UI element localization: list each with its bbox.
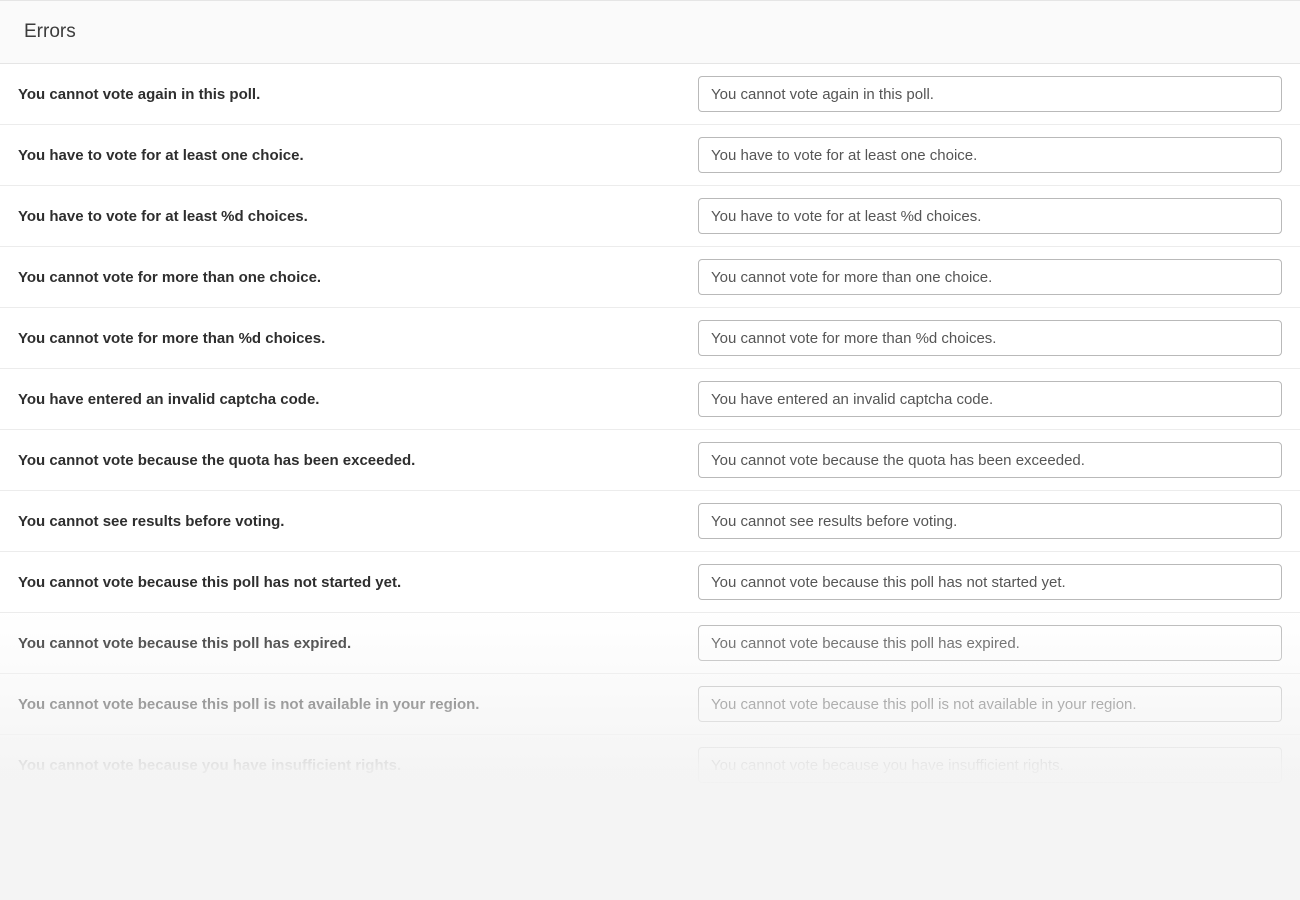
error-row: You have to vote for at least %d choices… <box>0 186 1300 247</box>
error-label: You cannot vote because this poll has no… <box>18 574 698 591</box>
error-rows-container: You cannot vote again in this poll. You … <box>0 64 1300 796</box>
section-header: Errors <box>0 0 1300 64</box>
error-label: You have to vote for at least one choice… <box>18 147 698 164</box>
error-row: You cannot vote because this poll has no… <box>0 552 1300 613</box>
error-row: You cannot vote for more than %d choices… <box>0 308 1300 369</box>
error-label: You have to vote for at least %d choices… <box>18 208 698 225</box>
error-row: You cannot vote for more than one choice… <box>0 247 1300 308</box>
error-label: You cannot vote because you have insuffi… <box>18 757 698 774</box>
error-input[interactable] <box>698 503 1282 539</box>
error-label: You cannot see results before voting. <box>18 513 698 530</box>
error-input[interactable] <box>698 442 1282 478</box>
error-label: You have entered an invalid captcha code… <box>18 391 698 408</box>
error-input[interactable] <box>698 198 1282 234</box>
error-label: You cannot vote for more than %d choices… <box>18 330 698 347</box>
error-input[interactable] <box>698 564 1282 600</box>
error-input[interactable] <box>698 137 1282 173</box>
error-input[interactable] <box>698 686 1282 722</box>
error-label: You cannot vote because this poll is not… <box>18 696 698 713</box>
error-input[interactable] <box>698 747 1282 783</box>
error-row: You cannot vote because this poll is not… <box>0 674 1300 735</box>
error-row: You have to vote for at least one choice… <box>0 125 1300 186</box>
error-input[interactable] <box>698 76 1282 112</box>
error-input[interactable] <box>698 381 1282 417</box>
error-row: You cannot vote again in this poll. <box>0 64 1300 125</box>
error-row: You cannot vote because you have insuffi… <box>0 735 1300 796</box>
error-input[interactable] <box>698 259 1282 295</box>
error-label: You cannot vote because this poll has ex… <box>18 635 698 652</box>
error-row: You cannot vote because the quota has be… <box>0 430 1300 491</box>
error-row: You have entered an invalid captcha code… <box>0 369 1300 430</box>
error-row: You cannot vote because this poll has ex… <box>0 613 1300 674</box>
error-row: You cannot see results before voting. <box>0 491 1300 552</box>
section-title: Errors <box>24 21 1276 43</box>
error-label: You cannot vote because the quota has be… <box>18 452 698 469</box>
error-label: You cannot vote again in this poll. <box>18 86 698 103</box>
error-input[interactable] <box>698 625 1282 661</box>
error-label: You cannot vote for more than one choice… <box>18 269 698 286</box>
error-input[interactable] <box>698 320 1282 356</box>
